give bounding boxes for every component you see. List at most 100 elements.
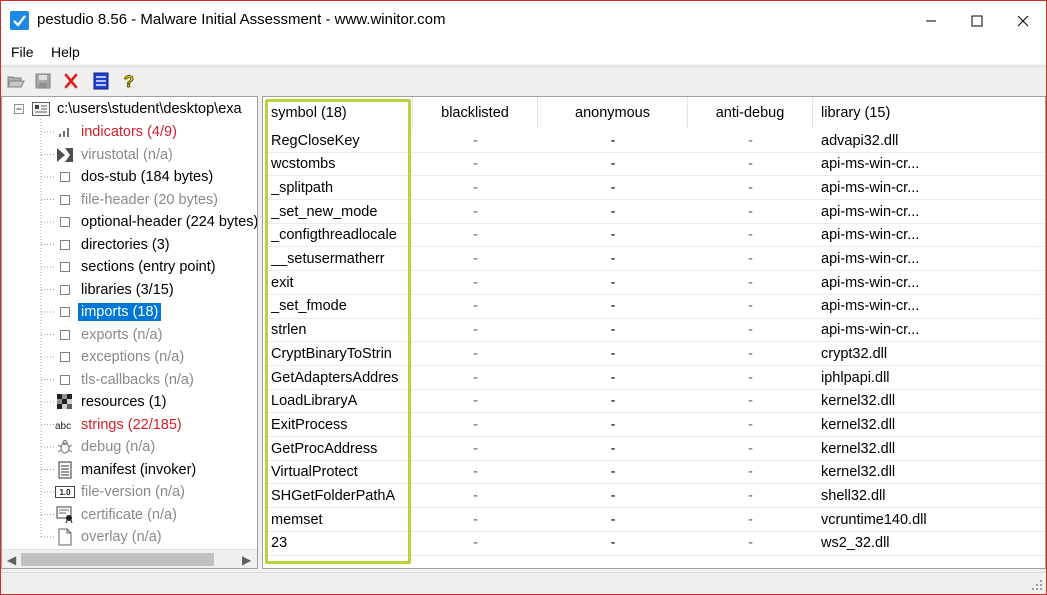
table-row[interactable]: ExitProcess - - - kernel32.dll (263, 413, 1045, 438)
blacklisted-cell: - (473, 511, 478, 528)
tree-item-imports[interactable]: imports (18) (55, 301, 162, 323)
symbol-cell: 23 (271, 535, 288, 552)
symbol-cell: GetAdaptersAddres (271, 369, 399, 386)
table-row[interactable]: RegCloseKey - - - advapi32.dll (263, 129, 1045, 153)
library-cell: api-ms-win-cr... (821, 203, 920, 220)
tree-item-certificate[interactable]: certificate (n/a) (55, 504, 180, 526)
library-cell: iphlpapi.dll (821, 369, 890, 386)
status-bar (1, 572, 1046, 594)
anonymous-cell: - (610, 369, 616, 386)
tree-item-manifest[interactable]: manifest (invoker) (55, 459, 199, 481)
tree-item-optional-header[interactable]: optional-header (224 bytes) (55, 211, 257, 233)
tree-item-file-header[interactable]: file-header (20 bytes) (55, 189, 221, 211)
blacklisted-cell: - (473, 179, 478, 196)
column-header-anonymous[interactable]: anonymous (538, 97, 688, 129)
table-row[interactable]: VirtualProtect - - - kernel32.dll (263, 461, 1045, 485)
anti-debug-cell: - (748, 369, 753, 386)
anonymous-cell: - (610, 464, 616, 481)
title-bar: pestudio 8.56 - Malware Initial Assessme… (1, 1, 1046, 40)
anti-debug-cell: - (748, 156, 753, 173)
tree-item-label: dos-stub (184 bytes) (81, 169, 214, 185)
symbol-cell: __setusermatherr (271, 251, 385, 267)
resize-grip-icon[interactable] (1031, 579, 1043, 591)
table-row[interactable]: _configthreadlocale - - - api-ms-win-cr... (263, 224, 1045, 248)
menu-help[interactable]: Help (51, 44, 80, 60)
tree-item-overlay[interactable]: overlay (n/a) (55, 526, 165, 548)
help-button[interactable]: ? (119, 71, 139, 91)
tree-item-debug[interactable]: debug (n/a) (55, 436, 158, 458)
menu-file[interactable]: File (11, 44, 34, 60)
executable-icon (31, 99, 51, 119)
anonymous-cell: - (610, 132, 616, 149)
save-button[interactable] (33, 71, 53, 91)
symbol-cell: memset (271, 511, 323, 528)
tree-pane[interactable]: c:\users\student\desktop\exa indicators … (1, 96, 258, 569)
tree-item-directories[interactable]: directories (3) (55, 234, 173, 256)
box-icon (55, 280, 75, 300)
tree-item-strings[interactable]: abc strings (22/185) (55, 414, 185, 436)
list-button[interactable] (91, 71, 111, 91)
library-cell: api-ms-win-cr... (821, 274, 920, 291)
tree-item-virustotal[interactable]: virustotal (n/a) (55, 144, 176, 166)
blacklisted-cell: - (473, 298, 478, 315)
anonymous-cell: - (610, 511, 616, 528)
column-header-anti-debug[interactable]: anti-debug (688, 97, 813, 129)
tree-root[interactable]: c:\users\student\desktop\exa (13, 98, 245, 120)
manifest-icon (55, 460, 75, 480)
version-icon: 1.0 (55, 482, 75, 502)
tree-item-resources[interactable]: resources (1) (55, 391, 169, 413)
table-row[interactable]: _set_new_mode - - - api-ms-win-cr... (263, 200, 1045, 224)
symbol-cell: CryptBinaryToStrin (271, 345, 392, 362)
table-row[interactable]: 23 - - - ws2_32.dll (263, 532, 1045, 556)
table-row[interactable]: exit - - - api-ms-win-cr... (263, 271, 1045, 295)
close-button[interactable] (1000, 1, 1046, 40)
anti-debug-cell: - (748, 179, 753, 196)
table-row[interactable]: wcstombs - - - api-ms-win-cr... (263, 153, 1045, 177)
table-row[interactable]: CryptBinaryToStrin - - - crypt32.dll (263, 342, 1045, 366)
tree-item-libraries[interactable]: libraries (3/15) (55, 279, 177, 301)
collapse-icon[interactable] (13, 99, 25, 119)
box-icon (55, 347, 75, 367)
table-row[interactable]: GetAdaptersAddres - - - iphlpapi.dll (263, 366, 1045, 390)
tree-item-tls-callbacks[interactable]: tls-callbacks (n/a) (55, 369, 197, 391)
column-header-library[interactable]: library (15) (813, 97, 1043, 129)
table-row[interactable]: GetProcAddress - - - kernel32.dll (263, 437, 1045, 461)
table-row[interactable]: SHGetFolderPathA - - - shell32.dll (263, 485, 1045, 509)
tree-horizontal-scrollbar[interactable]: ◀ ▶ (2, 549, 257, 568)
virustotal-icon (55, 145, 75, 165)
box-icon (55, 325, 75, 345)
bar-chart-icon (55, 122, 75, 142)
column-header-symbol[interactable]: symbol (18) (263, 97, 413, 129)
help-icon: ? (123, 72, 134, 90)
table-row[interactable]: memset - - - vcruntime140.dll (263, 508, 1045, 532)
tree-item-sections[interactable]: sections (entry point) (55, 256, 219, 278)
certificate-icon (55, 505, 75, 525)
table-row[interactable]: _set_fmode - - - api-ms-win-cr... (263, 295, 1045, 319)
anonymous-cell: - (610, 203, 616, 220)
table-row[interactable]: __setusermatherr - - - api-ms-win-cr... (263, 248, 1045, 272)
open-folder-button[interactable] (6, 71, 26, 91)
tree-item-label: directories (3) (81, 236, 170, 253)
scrollbar-thumb[interactable] (21, 553, 214, 566)
table-row[interactable]: _splitpath - - - api-ms-win-cr... (263, 176, 1045, 201)
table-row[interactable]: LoadLibraryA - - - kernel32.dll (263, 390, 1045, 414)
minimize-button[interactable] (908, 1, 954, 40)
tree-item-label: manifest (invoker) (81, 461, 197, 478)
anti-debug-cell: - (748, 345, 753, 362)
symbol-cell: wcstombs (271, 156, 336, 173)
tree-item-file-version[interactable]: 1.0 file-version (n/a) (55, 481, 188, 503)
box-icon (55, 235, 75, 255)
svg-text:abc: abc (55, 421, 71, 431)
app-checkmark-icon (10, 11, 29, 30)
scroll-right-icon[interactable]: ▶ (242, 553, 251, 567)
column-header-blacklisted[interactable]: blacklisted (413, 97, 538, 129)
table-row[interactable]: strlen - - - api-ms-win-cr... (263, 319, 1045, 343)
maximize-button[interactable] (954, 1, 1000, 40)
tree-item-exports[interactable]: exports (n/a) (55, 324, 165, 346)
tree-item-exceptions[interactable]: exceptions (n/a) (55, 346, 187, 368)
tree-item-dos-stub[interactable]: dos-stub (184 bytes) (55, 166, 216, 188)
blacklisted-cell: - (473, 369, 478, 386)
scroll-left-icon[interactable]: ◀ (7, 553, 16, 567)
close-file-button[interactable] (61, 71, 81, 91)
tree-item-indicators[interactable]: indicators (4/9) (55, 121, 180, 143)
